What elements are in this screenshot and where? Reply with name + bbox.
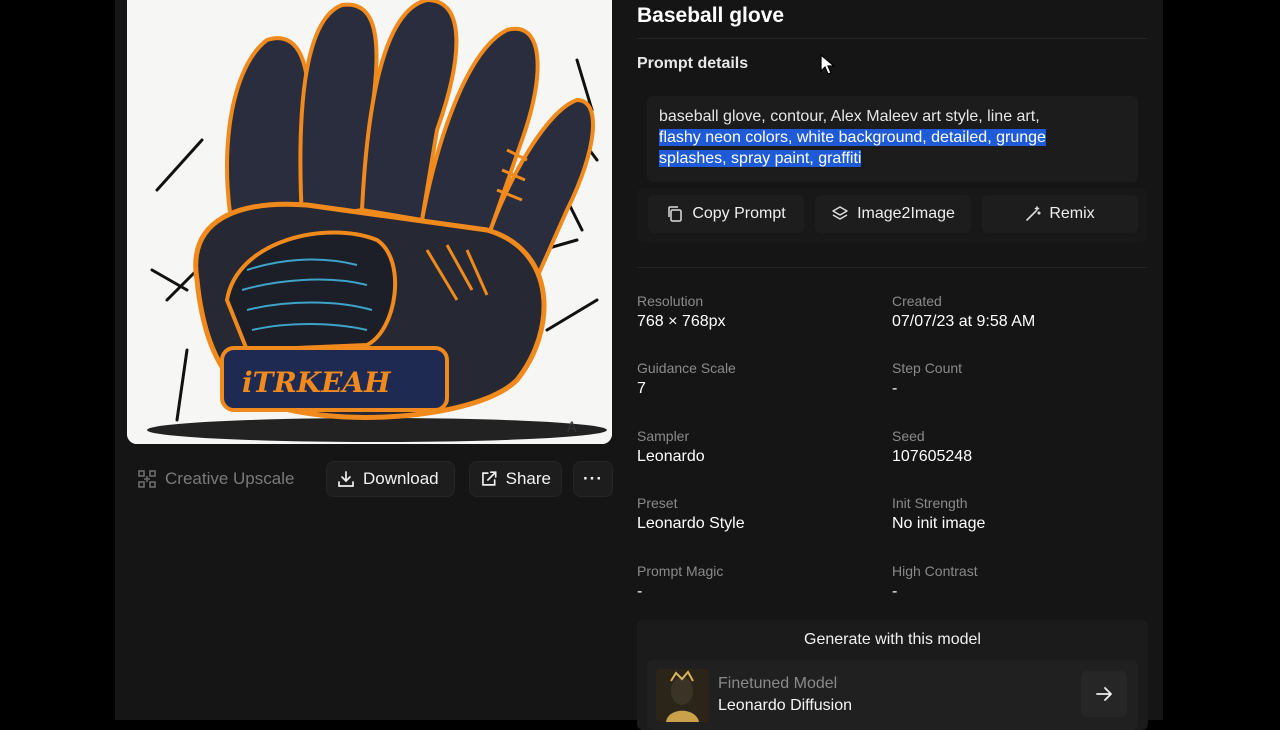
download-button[interactable]: Download [326, 461, 455, 497]
step-count-value: - [892, 380, 898, 397]
sampler-value: Leonardo [637, 448, 705, 465]
guidance-scale-label: Guidance Scale [637, 360, 736, 376]
guidance-scale-value: 7 [637, 380, 646, 397]
share-icon [482, 471, 497, 486]
model-name: Leonardo Diffusion [718, 697, 853, 714]
high-contrast-value: - [892, 583, 898, 600]
copy-icon [668, 206, 683, 222]
svg-text:iTRKEAH: iTRKEAH [242, 366, 392, 399]
image2image-button[interactable]: Image2Image [815, 195, 971, 233]
magic-wand-icon [1026, 206, 1042, 221]
resolution-label: Resolution [637, 293, 704, 309]
created-label: Created [892, 293, 942, 309]
copy-prompt-label: Copy Prompt [692, 205, 786, 222]
remix-button[interactable]: Remix [982, 195, 1138, 233]
page-title: Baseball glove [637, 4, 785, 27]
resolution-value: 768 × 768px [637, 313, 726, 330]
artist-signature: A [567, 420, 577, 436]
copy-prompt-button[interactable]: Copy Prompt [648, 195, 804, 233]
divider [637, 267, 1147, 268]
prompt-line-selected-1: flashy neon colors, white background, de… [659, 129, 1046, 146]
prompt-details-heading: Prompt details [637, 55, 749, 72]
sampler-label: Sampler [637, 428, 690, 444]
remix-label: Remix [1049, 205, 1095, 222]
prompt-magic-value: - [637, 583, 643, 600]
prompt-line-plain: baseball glove, contour, Alex Maleev art… [659, 108, 1040, 125]
more-options-button[interactable]: ··· [573, 461, 613, 497]
baseball-glove-illustration: iTRKEAH A [127, 0, 612, 444]
generated-image[interactable]: iTRKEAH A [127, 0, 612, 444]
model-kicker: Finetuned Model [718, 675, 838, 692]
seed-label: Seed [892, 428, 925, 444]
prompt-line-selected-2: splashes, spray paint, graffiti [659, 150, 862, 167]
layers-icon [832, 206, 848, 220]
download-icon [338, 471, 354, 487]
generate-with-model-heading: Generate with this model [804, 631, 981, 648]
creative-upscale-button[interactable]: Creative Upscale [127, 461, 304, 497]
created-value: 07/07/23 at 9:58 AM [892, 313, 1036, 330]
init-strength-label: Init Strength [892, 495, 968, 511]
creative-upscale-label: Creative Upscale [165, 469, 295, 488]
more-icon: ··· [583, 469, 603, 488]
image2image-label: Image2Image [857, 205, 955, 222]
download-label: Download [363, 469, 439, 488]
seed-value: 107605248 [892, 448, 973, 465]
share-button[interactable]: Share [469, 461, 562, 497]
preset-value: Leonardo Style [637, 515, 745, 532]
init-strength-value: No init image [892, 515, 986, 532]
arrow-right-icon [1096, 687, 1112, 701]
prompt-magic-label: Prompt Magic [637, 563, 724, 579]
open-model-button[interactable] [1081, 671, 1127, 717]
preset-label: Preset [637, 495, 678, 511]
model-thumbnail [656, 669, 709, 722]
prompt-text[interactable]: baseball glove, contour, Alex Maleev art… [647, 96, 1138, 182]
share-label: Share [505, 469, 551, 488]
image-action-bar: Creative Upscale Download Share ··· [127, 461, 617, 497]
upscale-icon [138, 470, 156, 488]
step-count-label: Step Count [892, 360, 963, 376]
high-contrast-label: High Contrast [892, 563, 978, 579]
divider [637, 38, 1147, 39]
mouse-cursor [820, 53, 836, 81]
